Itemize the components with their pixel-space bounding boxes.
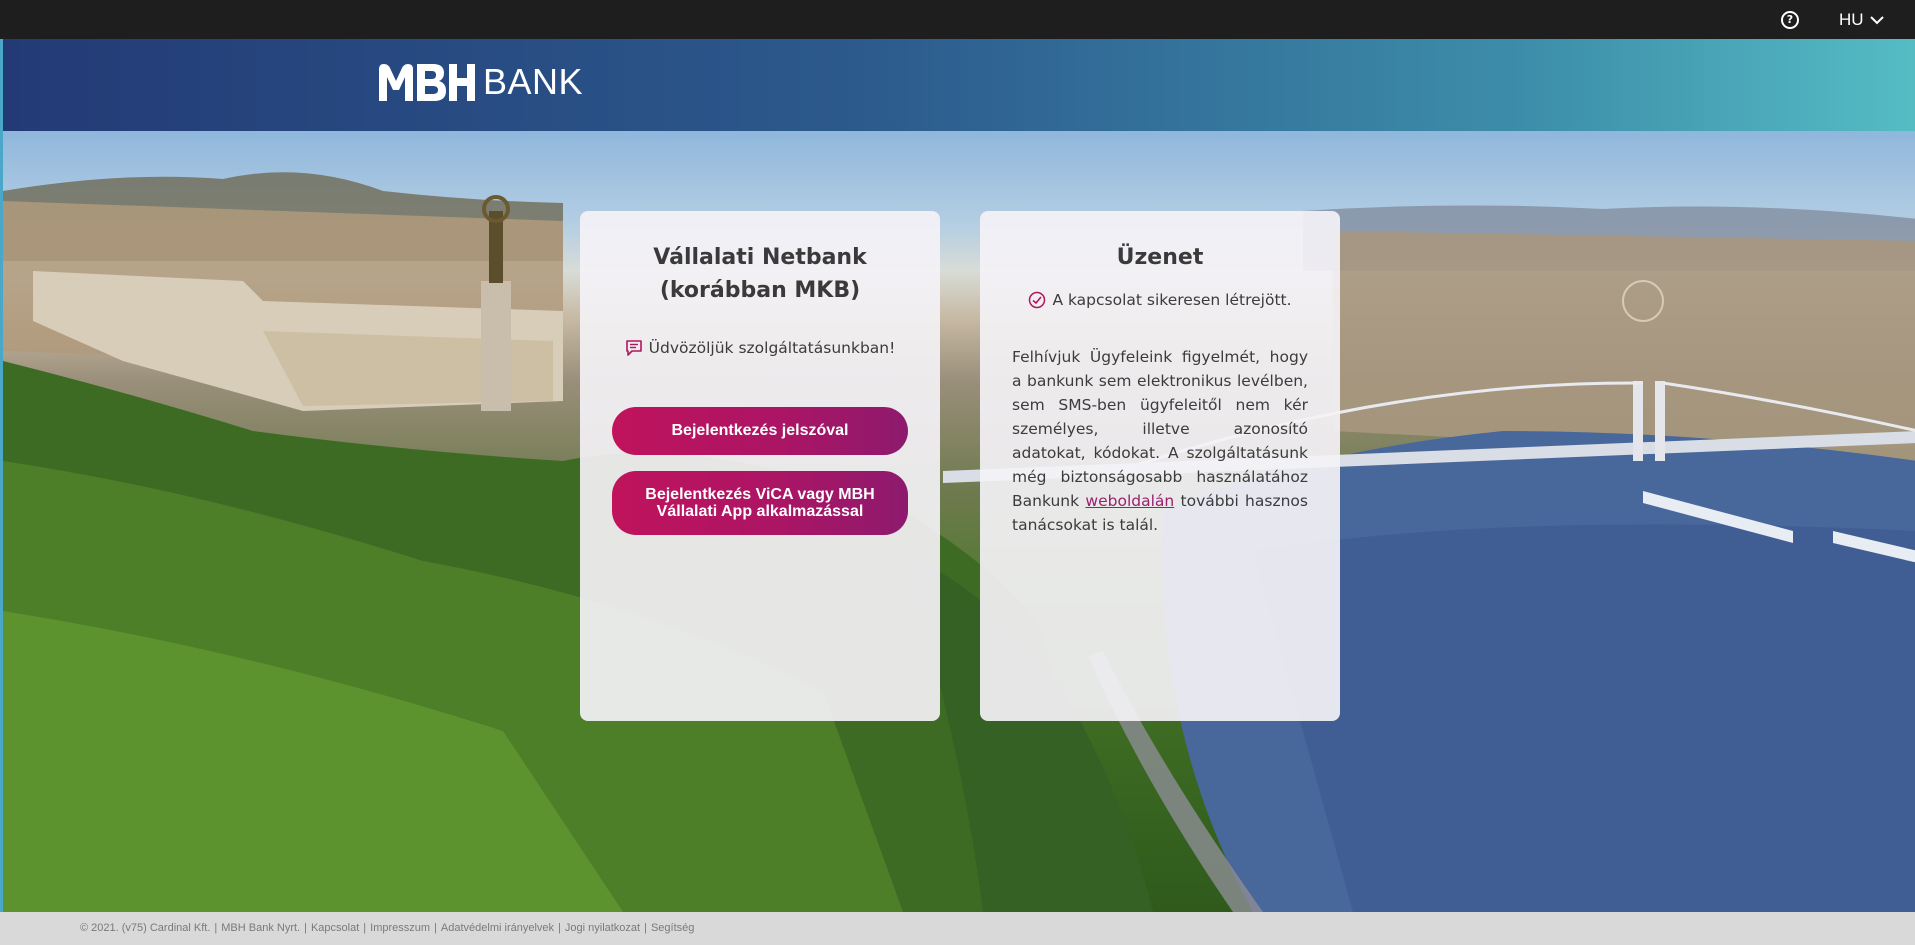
footer-link-impresszum[interactable]: Impresszum <box>370 922 430 934</box>
footer-link-jogi[interactable]: Jogi nyilatkozat <box>565 922 640 934</box>
mbh-logo-mark-icon <box>379 64 475 101</box>
message-panel: Üzenet A kapcsolat sikeresen létrejött. … <box>980 211 1340 721</box>
background-photo <box>0 131 1915 912</box>
logo-text: BANK <box>483 61 584 102</box>
footer-link-segitseg[interactable]: Segítség <box>651 922 694 934</box>
chat-message-icon <box>625 340 642 356</box>
login-with-app-button[interactable]: Bejelentkezés ViCA vagy MBH Vállalati Ap… <box>612 471 908 535</box>
netbank-login-panel: Vállalati Netbank (korábban MKB) Üdvözöl… <box>580 211 940 721</box>
language-label: HU <box>1839 10 1864 29</box>
message-title: Üzenet <box>1116 245 1204 270</box>
language-selector[interactable]: HU <box>1839 9 1884 31</box>
footer-link-adatvedelem[interactable]: Adatvédelmi irányelvek <box>441 922 554 934</box>
welcome-message: Üdvözöljük szolgáltatásunkban! <box>580 339 940 357</box>
cityscape-illustration <box>3 172 1915 912</box>
website-link[interactable]: weboldalán <box>1085 492 1174 510</box>
footer-copyright: © 2021. (v75) Cardinal Kft. <box>80 922 211 934</box>
connection-status: A kapcsolat sikeresen létrejött. <box>980 291 1340 309</box>
netbank-title: Vállalati Netbank (korábban MKB) <box>580 241 940 307</box>
check-circle-icon <box>1029 291 1046 309</box>
question-circle-icon[interactable]: ? <box>1781 11 1799 29</box>
login-app-line1: Bejelentkezés ViCA vagy MBH <box>645 486 875 503</box>
login-app-line2: Vállalati App alkalmazással <box>656 503 864 520</box>
netbank-title-line2: (korábban MKB) <box>659 278 861 303</box>
header-band: BANK <box>0 39 1915 131</box>
security-notice: Felhívjuk Ügyfeleink figyelmét, hogy a b… <box>1012 345 1308 537</box>
top-bar: ? HU <box>0 0 1915 39</box>
footer: © 2021. (v75) Cardinal Kft. | MBH Bank Nyr… <box>0 912 1915 945</box>
chevron-down-icon <box>1869 15 1884 24</box>
security-notice-text: Felhívjuk Ügyfeleink figyelmét, hogy a b… <box>1012 348 1308 510</box>
footer-link-kapcsolat[interactable]: Kapcsolat <box>311 922 359 934</box>
welcome-text: Üdvözöljük szolgáltatásunkban! <box>648 339 896 357</box>
footer-links: © 2021. (v75) Cardinal Kft. | MBH Bank Nyr… <box>80 922 695 934</box>
login-with-password-button[interactable]: Bejelentkezés jelszóval <box>612 407 908 455</box>
netbank-title-line1: Vállalati Netbank <box>653 245 867 270</box>
mbh-bank-logo[interactable]: BANK <box>377 61 583 103</box>
footer-link-mbh[interactable]: MBH Bank Nyrt. <box>221 922 300 934</box>
connection-status-text: A kapcsolat sikeresen létrejött. <box>1052 291 1292 309</box>
